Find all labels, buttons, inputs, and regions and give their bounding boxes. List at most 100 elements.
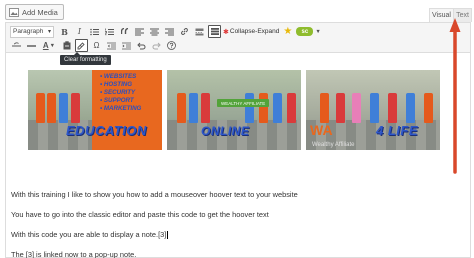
- paragraph-4: The [3] is linked now to a pop-up note.: [11, 250, 137, 258]
- boot-graphic: [336, 93, 345, 123]
- paste-as-text-button[interactable]: [60, 39, 73, 52]
- toolbar-toggle-button[interactable]: [208, 25, 221, 38]
- bullet-item: WEBSITES: [100, 73, 141, 81]
- bullet-item: SECURITY: [100, 89, 141, 97]
- boot-graphic: [259, 93, 268, 123]
- bullet-item: MARKETING: [100, 105, 141, 113]
- boot-graphic: [352, 93, 361, 123]
- italic-icon: I: [77, 27, 82, 36]
- collapse-expand-label: Collapse-Expand: [229, 28, 280, 35]
- special-character-icon: Ω: [93, 41, 100, 50]
- redo-icon: [152, 42, 161, 49]
- wa-logo-subtitle: Wealthy Affiliate: [312, 142, 355, 148]
- boot-graphic: [287, 93, 296, 123]
- boot-graphic: [273, 93, 282, 123]
- wealthy-affiliate-ribbon: WEALTHY AFFILIATE: [217, 99, 270, 107]
- strikethrough-button[interactable]: [10, 39, 23, 52]
- editor-toolbar: Paragraph ▾ B I ✱ Collapse-Expand ★ sc ▼…: [6, 23, 470, 53]
- strikethrough-icon: [12, 41, 21, 46]
- collapse-expand-button[interactable]: ✱ Collapse-Expand: [223, 28, 279, 36]
- media-icon: [9, 7, 19, 17]
- add-media-label: Add Media: [22, 7, 58, 17]
- bold-icon: B: [61, 26, 68, 37]
- toolbar-row-1: Paragraph ▾ B I ✱ Collapse-Expand ★ sc ▼: [6, 24, 321, 39]
- boot-graphic: [424, 93, 433, 123]
- increase-indent-button[interactable]: [120, 39, 133, 52]
- banner-image-4-life: WA Wealthy Affiliate 4 LIFE: [306, 70, 440, 150]
- paragraph-format-select[interactable]: Paragraph ▾: [10, 25, 54, 38]
- boot-graphic: [71, 93, 80, 123]
- boot-graphic: [59, 93, 68, 123]
- classic-editor: Paragraph ▾ B I ✱ Collapse-Expand ★ sc ▼…: [5, 22, 471, 258]
- undo-button[interactable]: [135, 39, 148, 52]
- bulleted-list-button[interactable]: [88, 25, 101, 38]
- banner-word-education: EDUCATION: [66, 123, 147, 138]
- read-more-button[interactable]: [193, 25, 206, 38]
- italic-button[interactable]: I: [73, 25, 86, 38]
- boot-graphic: [47, 93, 56, 123]
- shortcode-badge: sc: [301, 28, 309, 35]
- star-icon[interactable]: ★: [283, 26, 292, 37]
- decrease-indent-button[interactable]: [105, 39, 118, 52]
- boot-graphic: [320, 93, 329, 123]
- paragraph-1: With this training I like to show you ho…: [11, 190, 298, 199]
- shortcode-button[interactable]: sc: [296, 27, 314, 36]
- editor-top-bar: Add Media Visual Text: [0, 0, 474, 22]
- align-left-button[interactable]: [133, 25, 146, 38]
- bullet-item: SUPPORT: [100, 97, 141, 105]
- banner-image-education: WEBSITES HOSTING SECURITY SUPPORT MARKET…: [28, 70, 162, 150]
- boot-graphic: [388, 93, 397, 123]
- text-color-icon: A: [42, 41, 49, 50]
- undo-icon: [137, 42, 146, 49]
- chevron-down-icon: ▼: [49, 42, 56, 49]
- toolbar-row-2: A ▼ Ω: [6, 38, 180, 53]
- banner-word-4-life: 4 LIFE: [376, 123, 419, 138]
- annotation-arrow-icon: [449, 18, 461, 174]
- paragraph-format-value: Paragraph: [13, 28, 44, 35]
- toolbar-toggle-icon: [210, 28, 219, 35]
- insert-link-button[interactable]: [178, 25, 191, 38]
- add-media-button[interactable]: Add Media: [5, 4, 64, 20]
- horizontal-line-icon: [27, 44, 36, 47]
- boot-graphic: [245, 93, 254, 123]
- boot-graphic: [189, 93, 198, 123]
- numbered-list-button[interactable]: [103, 25, 116, 38]
- insert-link-icon: [181, 28, 188, 35]
- help-icon: [167, 41, 176, 50]
- toolbar-tooltip: Clear formatting: [60, 52, 111, 65]
- boot-graphic: [406, 93, 415, 123]
- paragraph-3-text: With this code you are able to display a…: [11, 230, 167, 239]
- align-center-button[interactable]: [148, 25, 161, 38]
- chevron-down-icon: ▾: [47, 29, 51, 35]
- bold-button[interactable]: B: [58, 25, 71, 38]
- increase-indent-icon: [122, 42, 131, 49]
- blockquote-icon: [120, 28, 128, 34]
- clear-formatting-button[interactable]: [75, 39, 88, 52]
- chevron-down-icon[interactable]: ▼: [315, 29, 320, 35]
- boot-graphic: [201, 93, 210, 123]
- align-right-icon: [165, 28, 174, 35]
- wa-logo: WA: [310, 122, 333, 138]
- bulleted-list-icon: [90, 28, 99, 35]
- align-right-button[interactable]: [163, 25, 176, 38]
- paragraph-2: You have to go into the classic editor a…: [11, 210, 269, 219]
- help-button[interactable]: [165, 39, 178, 52]
- redo-button[interactable]: [150, 39, 163, 52]
- boot-graphic: [177, 93, 186, 123]
- paste-as-text-icon: [63, 41, 70, 50]
- align-left-icon: [135, 28, 144, 35]
- bullet-item: HOSTING: [100, 81, 141, 89]
- clear-formatting-icon: [77, 42, 85, 50]
- blockquote-button[interactable]: [118, 25, 131, 38]
- boot-graphic: [370, 93, 379, 123]
- special-character-button[interactable]: Ω: [90, 39, 103, 52]
- text-color-button[interactable]: A ▼: [40, 39, 58, 52]
- paragraph-3: With this code you are able to display a…: [11, 230, 169, 240]
- align-center-icon: [150, 28, 159, 35]
- banner-word-online: ONLINE: [201, 124, 250, 138]
- service-bullet-list: WEBSITES HOSTING SECURITY SUPPORT MARKET…: [100, 73, 141, 113]
- editor-content-area[interactable]: WEBSITES HOSTING SECURITY SUPPORT MARKET…: [6, 53, 470, 258]
- horizontal-line-button[interactable]: [25, 39, 38, 52]
- boot-graphic: [36, 93, 45, 123]
- banner-image-online: WEALTHY AFFILIATE ONLINE: [167, 70, 301, 150]
